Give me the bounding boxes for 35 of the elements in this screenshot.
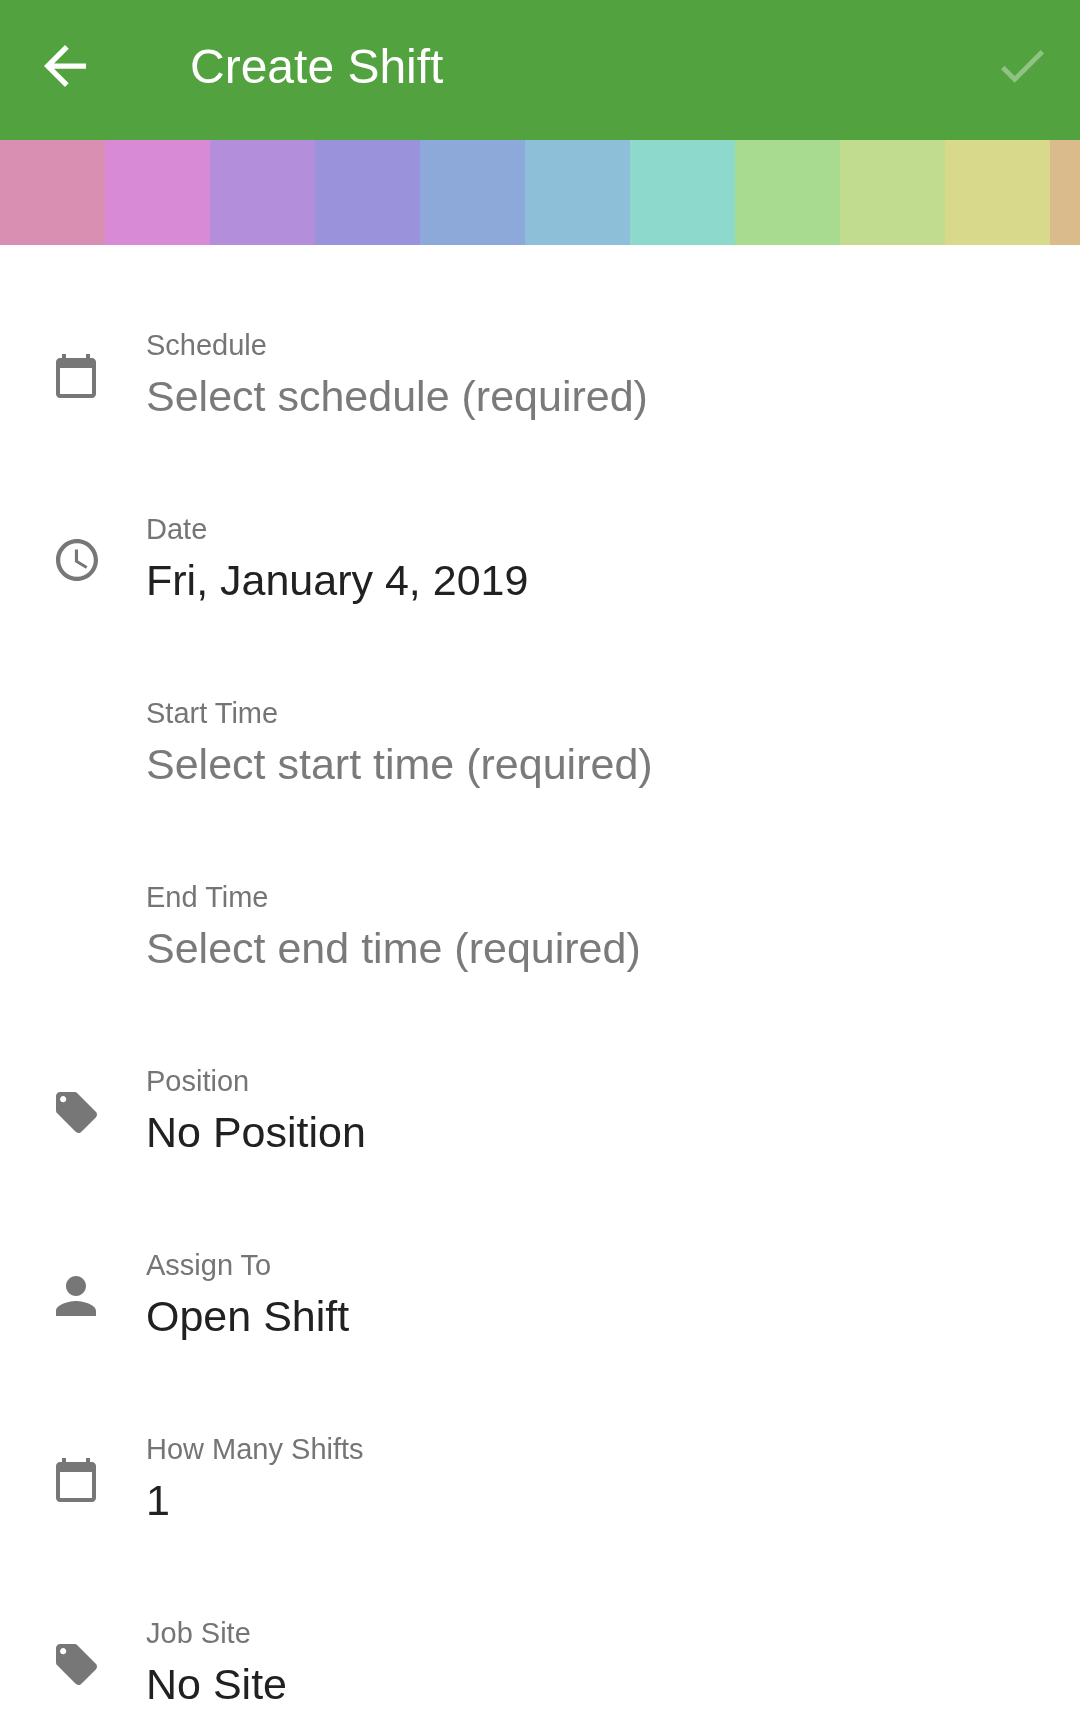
picker-field[interactable]: Select start time (required) <box>146 735 653 793</box>
field-label: Assign To <box>146 1248 272 1283</box>
picker-field[interactable]: Select end time (required) <box>146 919 641 977</box>
tag-icon <box>56 1643 97 1685</box>
picker-field[interactable]: Open Shift <box>146 1287 350 1345</box>
color-swatch-icon[interactable] <box>315 140 420 245</box>
color-swatch-icon[interactable] <box>735 140 840 245</box>
person-icon <box>56 1276 96 1316</box>
field-label: Date <box>146 512 208 547</box>
color-swatch-icon[interactable] <box>0 140 105 245</box>
field-label: Position <box>146 1064 250 1099</box>
color-swatch-icon[interactable] <box>840 140 945 245</box>
check-icon <box>1001 49 1044 83</box>
color-swatch-icon[interactable] <box>525 140 630 245</box>
field-label: Start Time <box>146 696 279 731</box>
calendar-icon <box>56 1458 96 1502</box>
screen-title: Create Shift <box>190 38 445 94</box>
color-swatch-icon[interactable] <box>945 140 1050 245</box>
calendar-icon <box>56 354 96 398</box>
color-swatch-icon[interactable] <box>630 140 735 245</box>
picker-field[interactable]: Select schedule (required) <box>146 367 648 425</box>
tag-icon <box>56 1091 97 1133</box>
clock-icon <box>56 539 98 581</box>
field-label: End Time <box>146 880 269 915</box>
back-arrow-icon <box>44 45 86 87</box>
field-label: Job Site <box>146 1616 251 1651</box>
field-label: Schedule <box>146 328 267 363</box>
picker-field[interactable]: 1 <box>146 1471 170 1529</box>
color-swatch-icon[interactable] <box>105 140 210 245</box>
color-swatch-icon[interactable] <box>210 140 315 245</box>
color-swatch-icon[interactable] <box>420 140 525 245</box>
picker-field[interactable]: Fri, January 4, 2019 <box>146 551 529 609</box>
field-label: How Many Shifts <box>146 1432 364 1467</box>
picker-field[interactable]: No Site <box>146 1655 287 1713</box>
picker-field[interactable]: No Position <box>146 1103 366 1161</box>
